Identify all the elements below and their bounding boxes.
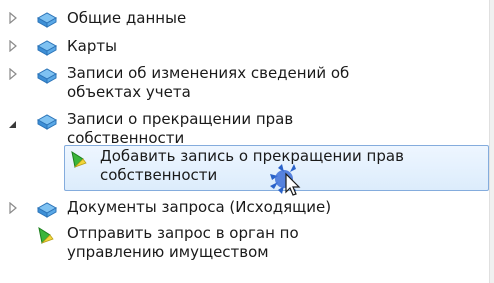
expand-arrow-icon[interactable]	[8, 68, 22, 84]
folder-book-icon	[36, 38, 58, 58]
green-arrow-action-icon	[69, 150, 91, 170]
tree-item-label: Отправить запрос в орган по управлению и…	[67, 224, 299, 261]
folder-book-icon	[36, 66, 58, 86]
expand-arrow-icon[interactable]	[8, 12, 22, 28]
tree-item-label: Добавить запись о прекращении прав собст…	[100, 147, 404, 184]
expand-arrow-icon[interactable]	[8, 202, 22, 218]
mouse-cursor-click-icon	[268, 160, 308, 200]
expand-arrow-icon[interactable]	[8, 40, 22, 56]
folder-book-icon	[36, 112, 58, 132]
tree-item-label: Документы запроса (Исходящие)	[67, 198, 332, 216]
navigation-tree: Общие данные Карты Записи об изменениях …	[0, 0, 494, 283]
folder-book-icon	[36, 10, 58, 30]
collapse-arrow-icon[interactable]	[7, 118, 21, 134]
window-edge	[489, 0, 494, 283]
tree-item-label: Записи о прекращении прав собственности	[67, 110, 294, 147]
folder-book-icon	[36, 200, 58, 220]
green-arrow-action-icon	[36, 226, 58, 246]
tree-item-label: Записи об изменениях сведений об объекта…	[67, 64, 350, 101]
tree-item-label: Общие данные	[67, 9, 187, 27]
tree-item-label: Карты	[67, 37, 117, 55]
